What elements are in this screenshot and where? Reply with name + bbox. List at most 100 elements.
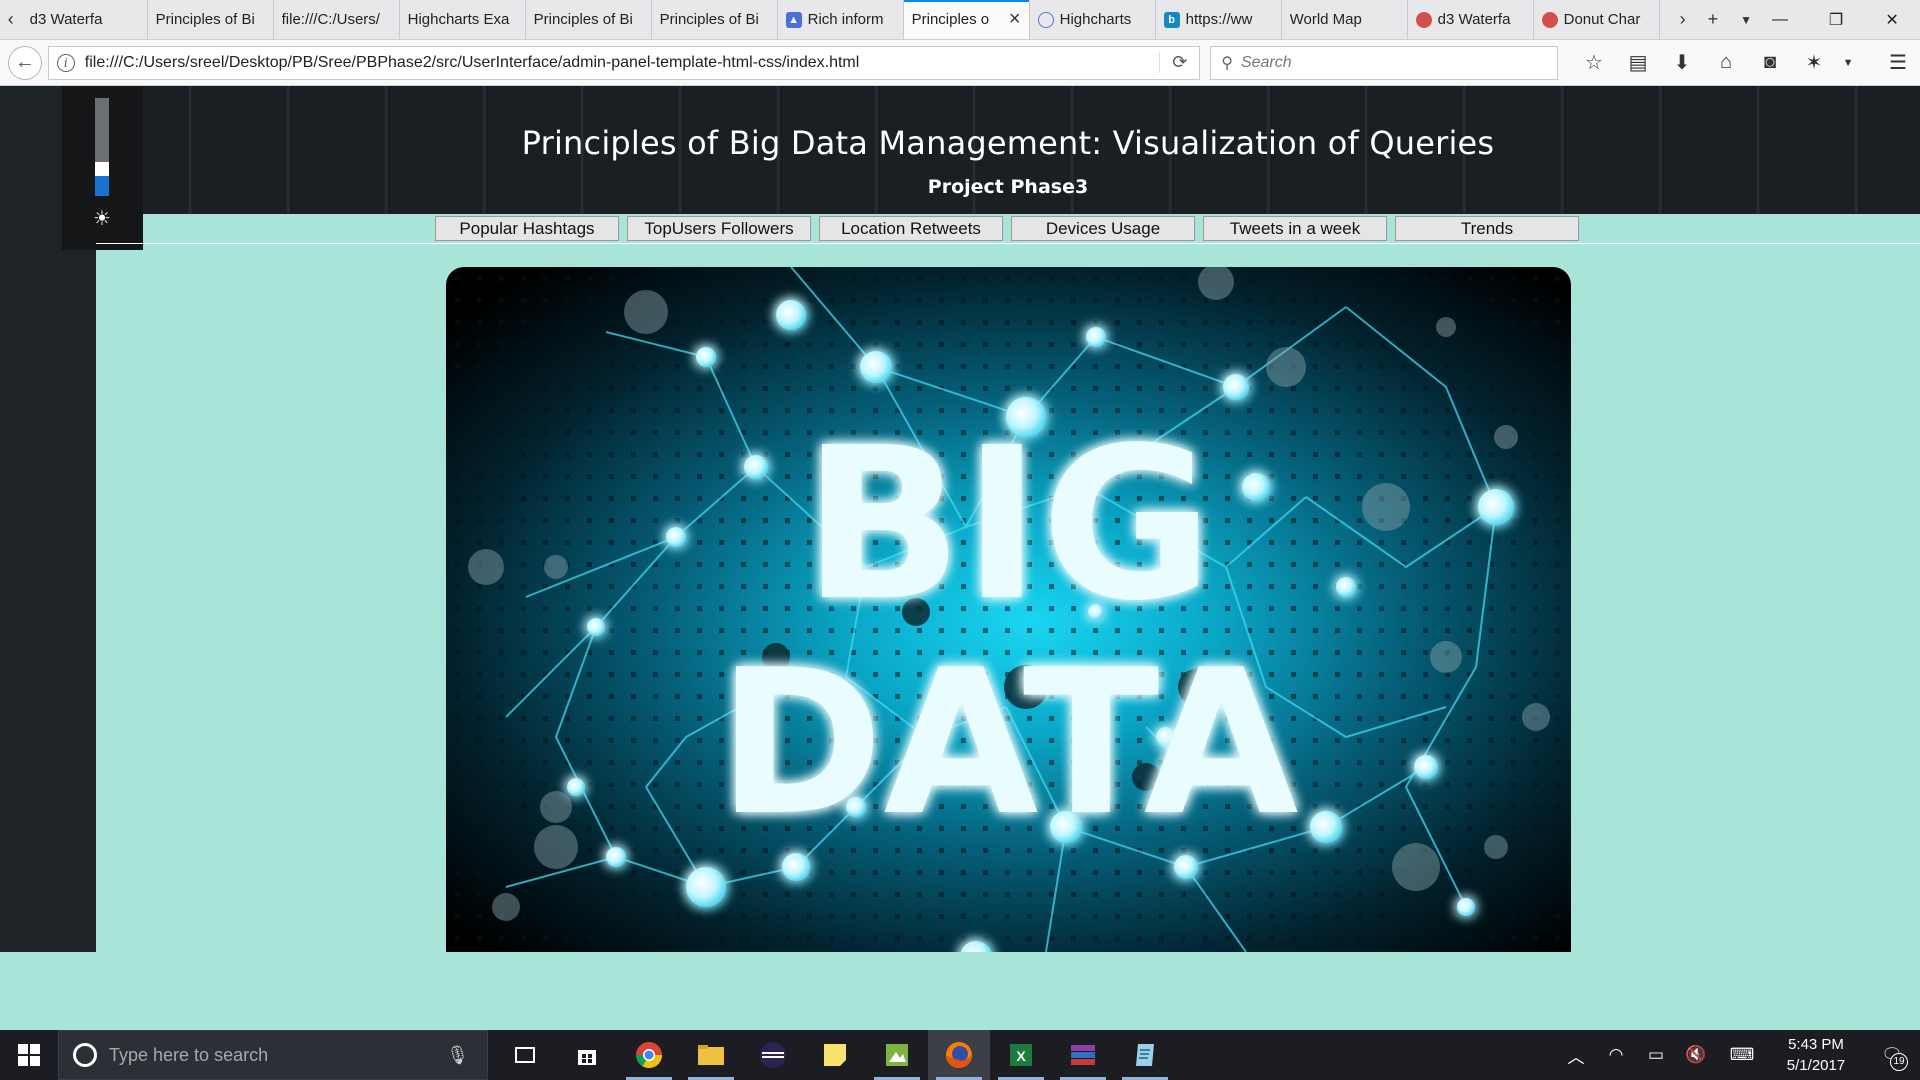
download-icon[interactable]: ⬇ xyxy=(1660,50,1704,75)
browser-tab[interactable]: ▲ Rich inform xyxy=(778,0,904,39)
tab-scroll-right-icon[interactable]: › xyxy=(1680,9,1686,30)
info-icon[interactable]: i xyxy=(56,53,75,72)
menu-hamburger-icon[interactable]: ☰ xyxy=(1876,50,1920,75)
cortana-icon xyxy=(73,1043,97,1067)
browser-tab[interactable]: Principles of Bi xyxy=(148,0,274,39)
notepad-icon[interactable] xyxy=(1114,1030,1176,1080)
browser-tab[interactable]: d3 Waterfa xyxy=(22,0,148,39)
tab-title: file:///C:/Users/ xyxy=(281,11,380,28)
firefox-icon[interactable] xyxy=(928,1030,990,1080)
page-title: Principles of Big Data Management: Visua… xyxy=(521,124,1495,162)
svg-text:X: X xyxy=(1016,1048,1026,1064)
windows-start-icon[interactable] xyxy=(0,1030,58,1080)
wifi-icon[interactable]: ◠ xyxy=(1596,1045,1636,1065)
home-icon[interactable]: ⌂ xyxy=(1704,51,1748,74)
microphone-icon[interactable]: 🎙 xyxy=(446,1045,469,1066)
browser-tab-active[interactable]: Principles o × xyxy=(903,0,1030,39)
tab-list-dropdown-icon[interactable]: ▼ xyxy=(1740,13,1752,27)
menu-button-devices-usage[interactable]: Devices Usage xyxy=(1011,216,1195,241)
menu-button-trends[interactable]: Trends xyxy=(1395,216,1579,241)
browser-tab[interactable]: Principles of Bi xyxy=(652,0,778,39)
reload-icon[interactable]: ⟳ xyxy=(1159,52,1199,73)
network-graphic: BIG DATA xyxy=(446,267,1571,952)
menu-bar: Popular Hashtags TopUsers Followers Loca… xyxy=(96,214,1920,244)
browser-tab[interactable]: b https://ww xyxy=(1156,0,1282,39)
tab-title: Highcharts Exa xyxy=(407,11,510,28)
browser-tab[interactable]: Highcharts xyxy=(1030,0,1156,39)
brightness-slider-handle[interactable] xyxy=(95,162,109,176)
browser-tab[interactable]: file:///C:/Users/ xyxy=(274,0,400,39)
volume-muted-icon[interactable]: 🔇 xyxy=(1676,1045,1716,1065)
search-placeholder: Search xyxy=(1240,53,1292,71)
tab-title: Principles of Bi xyxy=(155,11,255,28)
extension-dropdown-icon[interactable]: ▼ xyxy=(1836,57,1860,69)
clock-date: 5/1/2017 xyxy=(1786,1057,1846,1074)
tab-title: Donut Char xyxy=(1563,11,1641,28)
browser-tab[interactable]: World Map xyxy=(1282,0,1408,39)
new-tab-icon[interactable]: + xyxy=(1708,9,1719,30)
big-data-hero-image: BIG DATA xyxy=(446,267,1571,952)
action-center-icon[interactable]: 🗨19 xyxy=(1864,1045,1920,1071)
tab-title: Principles of Bi xyxy=(659,11,759,28)
pocket-icon[interactable]: ◙ xyxy=(1748,51,1792,74)
excel-icon[interactable]: X xyxy=(990,1030,1052,1080)
keyboard-icon[interactable]: ⌨ xyxy=(1716,1045,1768,1065)
chrome-icon[interactable] xyxy=(618,1030,680,1080)
hero-text-big: BIG xyxy=(803,402,1214,647)
browser-tab[interactable]: Highcharts Exa xyxy=(400,0,526,39)
page-header: Principles of Big Data Management: Visua… xyxy=(96,86,1920,214)
close-tab-icon[interactable]: × xyxy=(1009,8,1021,31)
sticky-notes-icon[interactable] xyxy=(804,1030,866,1080)
menu-button-tweets-in-a-week[interactable]: Tweets in a week xyxy=(1203,216,1387,241)
globe-icon xyxy=(1415,11,1432,28)
back-arrow-icon[interactable]: ← xyxy=(8,45,42,80)
show-hidden-icons-icon[interactable]: ︿ xyxy=(1556,1043,1596,1068)
brightness-slider-fill xyxy=(95,176,109,196)
tab-scroll-left-icon[interactable]: ‹ xyxy=(0,0,22,39)
menu-button-topusers-followers[interactable]: TopUsers Followers xyxy=(627,216,811,241)
tab-title: Principles of Bi xyxy=(533,11,633,28)
clock-time: 5:43 PM xyxy=(1788,1036,1844,1053)
search-console-icon: ▲ xyxy=(785,11,802,28)
taskbar-search-input[interactable]: Type here to search 🎙 xyxy=(58,1030,488,1080)
bookmark-star-icon[interactable]: ☆ xyxy=(1572,50,1616,75)
tab-title: d3 Waterfa xyxy=(1437,11,1511,28)
page-subtitle: Project Phase3 xyxy=(927,176,1089,198)
taskbar-clock[interactable]: 5:43 PM 5/1/2017 xyxy=(1768,1034,1864,1076)
close-window-icon[interactable]: ✕ xyxy=(1864,0,1920,39)
windows-taskbar: Type here to search 🎙 X ︿ ◠ ▭ 🔇 ⌨ 5:43 P… xyxy=(0,1030,1920,1080)
menu-button-location-retweets[interactable]: Location Retweets xyxy=(819,216,1003,241)
browser-tab[interactable]: Principles of Bi xyxy=(526,0,652,39)
restore-icon[interactable]: ❐ xyxy=(1808,0,1864,39)
globe-icon xyxy=(1541,11,1558,28)
winrar-icon[interactable] xyxy=(1052,1030,1114,1080)
image-editor-icon[interactable] xyxy=(866,1030,928,1080)
search-input[interactable]: ⚲ Search xyxy=(1210,45,1559,80)
page-viewport: Principles of Big Data Management: Visua… xyxy=(0,86,1920,1030)
task-view-icon[interactable] xyxy=(494,1030,556,1080)
battery-icon[interactable]: ▭ xyxy=(1636,1045,1676,1065)
url-bar[interactable]: i file:///C:/Users/sreel/Desktop/PB/Sree… xyxy=(47,45,1201,80)
navigation-bar: ← i file:///C:/Users/sreel/Desktop/PB/Sr… xyxy=(0,40,1920,86)
hero-text-data: DATA xyxy=(718,627,1299,860)
browser-tab[interactable]: Donut Char xyxy=(1534,0,1660,39)
tab-title: https://ww xyxy=(1185,11,1253,28)
menu-button-popular-hashtags[interactable]: Popular Hashtags xyxy=(435,216,619,241)
store-icon[interactable] xyxy=(556,1030,618,1080)
tab-strip: ‹ d3 Waterfa Principles of Bi file:///C:… xyxy=(0,0,1920,40)
minimize-icon[interactable]: — xyxy=(1752,0,1808,39)
url-text[interactable]: file:///C:/Users/sreel/Desktop/PB/Sree/P… xyxy=(85,54,1159,72)
tab-title: World Map xyxy=(1289,11,1362,28)
file-explorer-icon[interactable] xyxy=(680,1030,742,1080)
bing-icon: b xyxy=(1163,11,1180,28)
reader-list-icon[interactable]: ▤ xyxy=(1616,50,1660,75)
tab-title: Principles o xyxy=(911,11,990,28)
tab-title: Highcharts xyxy=(1059,11,1132,28)
eclipse-icon[interactable] xyxy=(742,1030,804,1080)
search-icon: ⚲ xyxy=(1221,54,1233,72)
taskbar-search-placeholder: Type here to search xyxy=(109,1044,269,1065)
tab-title: d3 Waterfa xyxy=(29,11,103,28)
browser-tab[interactable]: d3 Waterfa xyxy=(1408,0,1534,39)
extension-icon[interactable]: ✶ xyxy=(1792,50,1836,75)
tab-title: Rich inform xyxy=(807,11,884,28)
